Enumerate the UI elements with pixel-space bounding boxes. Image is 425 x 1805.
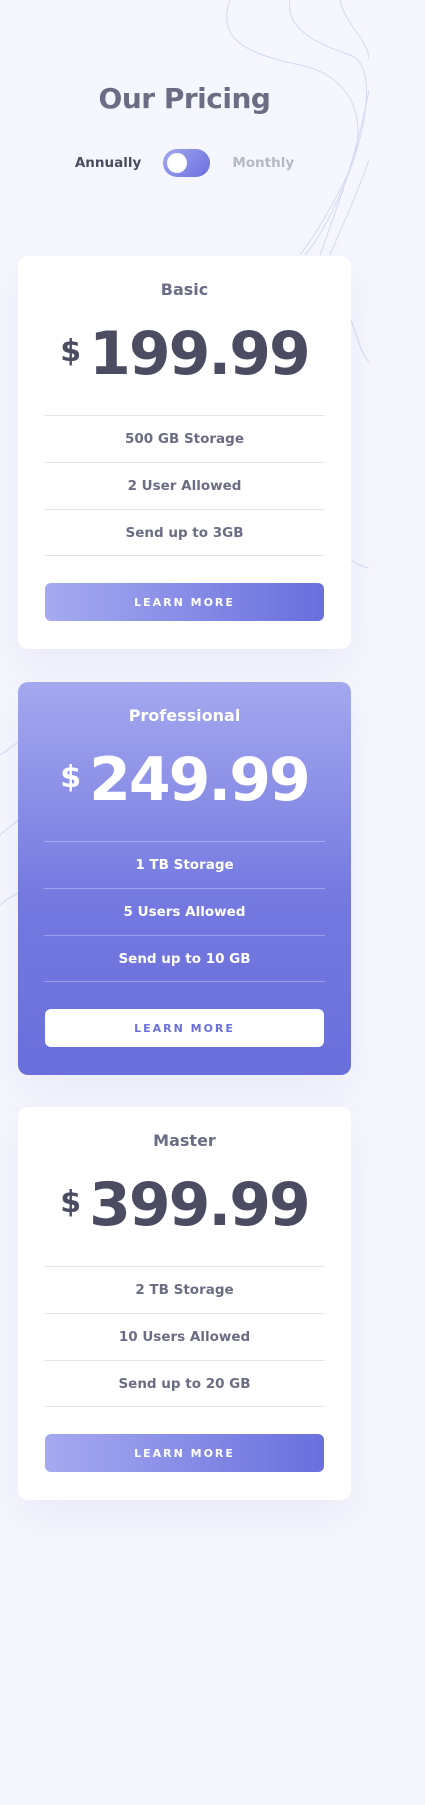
toggle-label-annually[interactable]: Annually bbox=[75, 155, 141, 171]
learn-more-button-professional[interactable]: LEARN MORE bbox=[45, 1009, 324, 1047]
price-amount: 199.99 bbox=[89, 319, 311, 389]
pricing-card-professional: Professional $ 249.99 1 TB Storage 5 Use… bbox=[18, 682, 351, 1075]
currency-symbol: $ bbox=[60, 334, 82, 369]
price-amount: 399.99 bbox=[89, 1170, 311, 1240]
learn-more-button-basic[interactable]: LEARN MORE bbox=[45, 583, 324, 621]
billing-toggle-row: Annually Monthly bbox=[0, 148, 369, 178]
plan-price: $ 199.99 bbox=[18, 320, 351, 390]
pricing-card-basic: Basic $ 199.99 500 GB Storage 2 User All… bbox=[18, 256, 351, 649]
plan-name: Basic bbox=[160, 280, 209, 299]
currency-symbol: $ bbox=[60, 1185, 82, 1220]
feature-list: 1 TB Storage 5 Users Allowed Send up to … bbox=[44, 841, 325, 982]
feature-item: Send up to 3GB bbox=[44, 509, 325, 556]
feature-list: 2 TB Storage 10 Users Allowed Send up to… bbox=[44, 1266, 325, 1407]
feature-list: 500 GB Storage 2 User Allowed Send up to… bbox=[44, 415, 325, 556]
billing-toggle-switch[interactable] bbox=[163, 149, 211, 177]
feature-item: 500 GB Storage bbox=[44, 415, 325, 462]
page-title: Our Pricing bbox=[98, 82, 271, 115]
plan-name: Professional bbox=[128, 706, 241, 725]
toggle-label-monthly[interactable]: Monthly bbox=[232, 155, 294, 171]
feature-item: 2 TB Storage bbox=[44, 1266, 325, 1313]
feature-item: Send up to 10 GB bbox=[44, 935, 325, 982]
feature-item: Send up to 20 GB bbox=[44, 1360, 325, 1407]
feature-item: 2 User Allowed bbox=[44, 462, 325, 509]
feature-item: 10 Users Allowed bbox=[44, 1313, 325, 1360]
plan-price: $ 399.99 bbox=[18, 1171, 351, 1241]
currency-symbol: $ bbox=[60, 760, 82, 795]
price-amount: 249.99 bbox=[89, 745, 311, 815]
plan-price: $ 249.99 bbox=[18, 746, 351, 816]
feature-item: 1 TB Storage bbox=[44, 841, 325, 888]
feature-item: 5 Users Allowed bbox=[44, 888, 325, 935]
learn-more-button-master[interactable]: LEARN MORE bbox=[45, 1434, 324, 1472]
pricing-card-master: Master $ 399.99 2 TB Storage 10 Users Al… bbox=[18, 1107, 351, 1500]
toggle-knob bbox=[167, 153, 188, 173]
plan-name: Master bbox=[153, 1131, 216, 1150]
